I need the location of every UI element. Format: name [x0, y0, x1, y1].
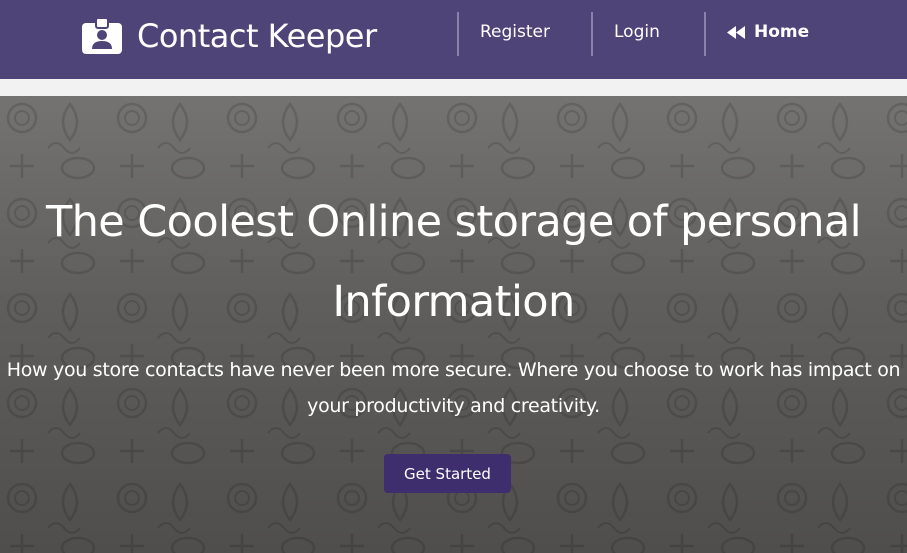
brand[interactable]: Contact Keeper — [82, 16, 377, 56]
nav-link-register[interactable]: Register — [480, 22, 550, 42]
get-started-button[interactable]: Get Started — [384, 454, 511, 493]
hero-lead-line: your productivity and creativity. — [307, 395, 600, 417]
nav-divider — [457, 12, 459, 56]
nav-divider — [591, 12, 593, 56]
hero-title-line: Information — [332, 277, 575, 327]
hero-lead-line: How you store contacts have never been m… — [6, 359, 901, 381]
nav-spacer — [0, 79, 907, 96]
nav-link-home[interactable]: Home — [727, 22, 809, 42]
hero-title: The Coolest Online storage of personal I… — [0, 182, 907, 342]
nav-link-home-label: Home — [754, 22, 810, 42]
id-badge-icon — [82, 18, 122, 54]
hero-title-line: The Coolest Online storage of personal — [45, 197, 862, 247]
nav-divider — [704, 12, 706, 56]
hero-lead: How you store contacts have never been m… — [0, 352, 907, 424]
hero-section: The Coolest Online storage of personal I… — [0, 96, 907, 553]
backward-icon — [727, 25, 745, 39]
navbar: Contact Keeper Register Login Home — [0, 0, 907, 79]
nav-link-login[interactable]: Login — [614, 22, 660, 42]
brand-name: Contact Keeper — [137, 17, 377, 55]
